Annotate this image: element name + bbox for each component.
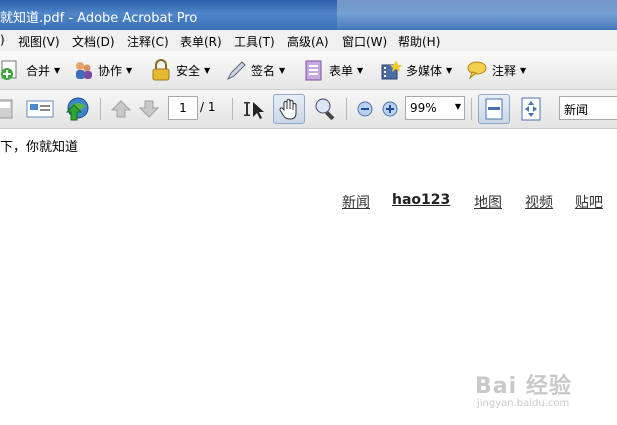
pen-icon bbox=[225, 59, 247, 81]
zoom-tool-icon[interactable] bbox=[313, 96, 339, 123]
chevron-down-icon: ▼ bbox=[446, 65, 453, 75]
collaborate-label: 协作 bbox=[98, 63, 123, 78]
collaborate-icon bbox=[72, 59, 94, 81]
toolbar-separator bbox=[346, 98, 347, 120]
tasks-toolbar: 合并 ▼ 协作 ▼ 安全 ▼ 签名 ▼ 表单 ▼ 多媒体 ▼ 注释 ▼ bbox=[0, 51, 617, 90]
previous-page-icon[interactable] bbox=[110, 99, 132, 122]
form-icon bbox=[303, 59, 325, 81]
menu-item-forms[interactable]: 表单(R) bbox=[180, 33, 222, 50]
lock-icon bbox=[150, 59, 172, 81]
link-map[interactable]: 地图 bbox=[474, 192, 502, 212]
menu-item-advanced[interactable]: 高级(A) bbox=[287, 33, 329, 50]
secure-button[interactable]: 安全 ▼ bbox=[150, 57, 210, 83]
comment-icon bbox=[466, 59, 488, 81]
save-icon[interactable] bbox=[0, 99, 14, 122]
watermark-logo-text: Bai 经验 bbox=[475, 374, 572, 399]
multimedia-icon bbox=[380, 59, 402, 81]
find-input[interactable]: 新闻 bbox=[559, 96, 617, 120]
multimedia-label: 多媒体 bbox=[406, 63, 443, 78]
menu-bar: ) 视图(V) 文档(D) 注释(C) 表单(R) 工具(T) 高级(A) 窗口… bbox=[0, 30, 617, 52]
page-total: / 1 bbox=[200, 100, 216, 114]
chevron-down-icon: ▼ bbox=[454, 102, 461, 111]
sign-label: 签名 bbox=[251, 63, 276, 78]
zoom-out-icon[interactable] bbox=[356, 100, 374, 121]
comment-button[interactable]: 注释 ▼ bbox=[466, 57, 526, 83]
forms-button[interactable]: 表单 ▼ bbox=[303, 57, 363, 83]
toolbar-separator bbox=[471, 98, 472, 120]
menu-item-view[interactable]: 视图(V) bbox=[18, 33, 60, 50]
menu-item-tools[interactable]: 工具(T) bbox=[234, 33, 275, 50]
page-number-input[interactable]: 1 bbox=[168, 96, 198, 120]
multimedia-button[interactable]: 多媒体 ▼ bbox=[380, 57, 452, 83]
sign-button[interactable]: 签名 ▼ bbox=[225, 57, 285, 83]
find-value: 新闻 bbox=[564, 103, 589, 117]
hand-tool-button[interactable] bbox=[273, 94, 305, 124]
link-tieba[interactable]: 贴吧 bbox=[575, 192, 603, 212]
merge-button[interactable]: 合并 ▼ bbox=[0, 57, 60, 83]
menu-item-comments[interactable]: 注释(C) bbox=[127, 33, 169, 50]
email-icon[interactable] bbox=[26, 98, 54, 123]
document-text: 下，你就知道 bbox=[0, 140, 79, 155]
merge-icon bbox=[0, 59, 22, 81]
next-page-icon[interactable] bbox=[138, 99, 160, 122]
fit-page-icon[interactable] bbox=[520, 97, 542, 124]
menu-item-help[interactable]: 帮助(H) bbox=[398, 33, 440, 50]
zoom-select[interactable]: 99% ▼ bbox=[405, 96, 465, 120]
menu-item-edit-partial[interactable]: ) bbox=[0, 33, 5, 47]
chevron-down-icon: ▼ bbox=[204, 65, 211, 75]
merge-label: 合并 bbox=[26, 63, 51, 78]
watermark-url: jingyan.baidu.com bbox=[477, 398, 570, 409]
menu-item-document[interactable]: 文档(D) bbox=[72, 33, 115, 50]
baidu-watermark: Bai 经验 jingyan.baidu.com bbox=[475, 368, 572, 409]
collaborate-button[interactable]: 协作 ▼ bbox=[72, 57, 132, 83]
single-page-view-button[interactable] bbox=[478, 94, 510, 124]
secure-label: 安全 bbox=[176, 63, 201, 78]
zoom-in-icon[interactable] bbox=[381, 100, 399, 121]
chevron-down-icon: ▼ bbox=[520, 65, 527, 75]
link-video[interactable]: 视频 bbox=[525, 192, 553, 212]
forms-label: 表单 bbox=[329, 63, 354, 78]
single-page-icon bbox=[484, 98, 504, 123]
title-bar-glass bbox=[337, 0, 617, 30]
select-tool-icon[interactable] bbox=[244, 99, 268, 124]
hand-icon bbox=[278, 98, 300, 123]
link-news[interactable]: 新闻 bbox=[342, 192, 370, 212]
upload-globe-icon[interactable] bbox=[64, 96, 90, 125]
chevron-down-icon: ▼ bbox=[279, 65, 286, 75]
comment-label: 注释 bbox=[492, 63, 517, 78]
menu-item-window[interactable]: 窗口(W) bbox=[342, 33, 387, 50]
window-title: 就知道.pdf - Adobe Acrobat Pro bbox=[0, 11, 198, 26]
toolbar-separator bbox=[100, 98, 101, 120]
zoom-value: 99% bbox=[410, 101, 437, 115]
title-bar: 就知道.pdf - Adobe Acrobat Pro bbox=[0, 0, 617, 30]
toolbar-separator bbox=[232, 98, 233, 120]
link-hao123[interactable]: hao123 bbox=[392, 192, 450, 208]
chevron-down-icon: ▼ bbox=[357, 65, 364, 75]
chevron-down-icon: ▼ bbox=[126, 65, 133, 75]
chevron-down-icon: ▼ bbox=[54, 65, 61, 75]
